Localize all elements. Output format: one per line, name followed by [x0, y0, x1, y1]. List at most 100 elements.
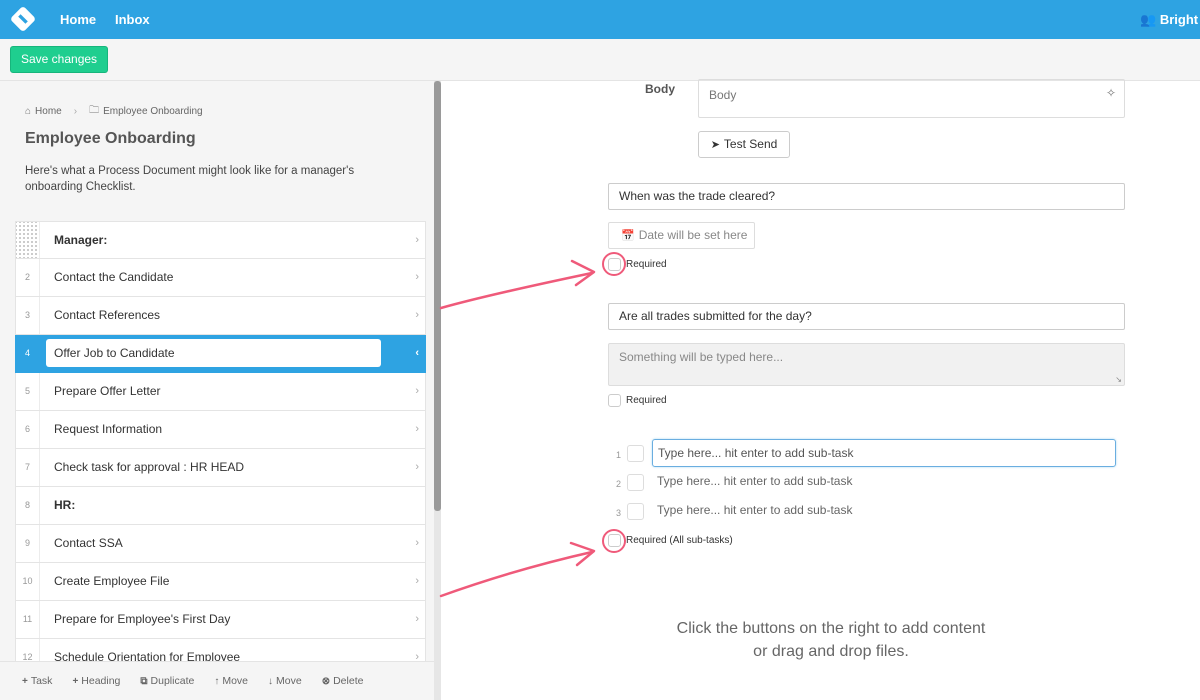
chevron-right-icon: › — [415, 385, 419, 397]
task-label: Check task for approval : HR HEAD — [54, 460, 245, 474]
move-down-button[interactable]: ↓ Move — [268, 675, 302, 687]
subtask-number: 1 — [616, 450, 622, 460]
answer-placeholder: Something will be typed here... — [619, 350, 784, 364]
task-number: 5 — [16, 373, 40, 410]
chevron-right-icon: › — [415, 234, 419, 246]
copy-icon: ⧉ — [140, 675, 148, 687]
chevron-right-icon: › — [415, 423, 419, 435]
task-label: Contact References — [54, 308, 161, 322]
task-row-heading-manager[interactable]: Manager: › — [15, 221, 426, 259]
chevron-right-icon: › — [415, 613, 419, 625]
task-row[interactable]: 10 Create Employee File › — [15, 563, 426, 601]
required-all-label: Required (All sub-tasks) — [626, 535, 733, 546]
task-number: 9 — [16, 525, 40, 562]
required-checkbox-2[interactable] — [608, 394, 621, 407]
user-menu[interactable]: 👥 Bright St — [1140, 12, 1200, 28]
date-picker-button[interactable]: 📅 Date will be set here — [608, 222, 755, 249]
scrollbar-thumb[interactable] — [434, 81, 441, 511]
add-task-button[interactable]: + Task — [22, 675, 52, 687]
subtask-number: 3 — [616, 508, 622, 518]
duplicate-button[interactable]: ⧉ Duplicate — [140, 675, 194, 687]
add-heading-button[interactable]: + Heading — [72, 675, 120, 687]
magic-wand-icon[interactable]: ✧ — [1106, 86, 1116, 100]
logo-icon[interactable] — [9, 5, 37, 33]
task-number: 6 — [16, 411, 40, 448]
task-list: Manager: › 2 Contact the Candidate › 3 C… — [15, 221, 426, 677]
breadcrumb-folder-label: Employee Onboarding — [103, 106, 203, 117]
chevron-right-icon: › — [73, 106, 78, 117]
chevron-right-icon: › — [415, 271, 419, 283]
delete-button[interactable]: ⊗ Delete — [322, 675, 364, 687]
task-number: 10 — [16, 563, 40, 600]
move-down-label: Move — [276, 675, 302, 687]
subtask-checkbox[interactable] — [627, 474, 644, 491]
task-number: 7 — [16, 449, 40, 486]
breadcrumb: ⌂ Home › 🗀 Employee Onboarding — [25, 103, 203, 120]
task-label: Contact SSA — [54, 536, 123, 550]
document-title: Employee Onboarding — [25, 130, 196, 147]
required-label-1: Required — [626, 259, 667, 270]
top-navigation: Home Inbox 👥 Bright St — [0, 0, 1200, 39]
task-number: 8 — [16, 487, 40, 524]
task-row-heading-hr[interactable]: 8 HR: — [15, 487, 426, 525]
task-row[interactable]: 5 Prepare Offer Letter › — [15, 373, 426, 411]
toolbar: Save changes — [0, 39, 1200, 81]
sidebar-action-bar: + Task + Heading ⧉ Duplicate ↑ Move ↓ Move ⊗ D… — [0, 661, 434, 700]
body-textarea[interactable]: Body ✧ — [698, 79, 1125, 118]
drag-handle-icon[interactable] — [16, 222, 40, 258]
task-number: 4 — [16, 335, 40, 372]
task-row[interactable]: 11 Prepare for Employee's First Day › — [15, 601, 426, 639]
nav-home[interactable]: Home — [60, 12, 96, 27]
task-label: Request Information — [54, 422, 163, 436]
document-description: Here's what a Process Document might loo… — [25, 165, 355, 193]
hint-line-2: or drag and drop files. — [753, 643, 909, 660]
move-up-button[interactable]: ↑ Move — [214, 675, 248, 687]
task-number: 11 — [16, 601, 40, 638]
question-1-input[interactable]: When was the trade cleared? — [608, 183, 1125, 210]
chevron-left-icon[interactable]: ‹ — [415, 335, 419, 372]
chevron-right-icon: › — [415, 461, 419, 473]
calendar-icon: 📅 — [621, 230, 635, 242]
plus-icon: + — [72, 675, 79, 687]
subtask-input[interactable]: Type here... hit enter to add sub-task — [652, 468, 1116, 496]
task-row[interactable]: 3 Contact References › — [15, 297, 426, 335]
subtask-checkbox[interactable] — [627, 503, 644, 520]
breadcrumb-folder[interactable]: 🗀 Employee Onboarding — [89, 103, 203, 120]
breadcrumb-home[interactable]: ⌂ Home — [25, 106, 62, 117]
task-row-active[interactable]: 4 Offer Job to Candidate ‹ — [15, 335, 426, 373]
subtask-checkbox[interactable] — [627, 445, 644, 462]
task-number: 2 — [16, 259, 40, 296]
users-icon: 👥 — [1140, 12, 1157, 27]
task-row[interactable]: 9 Contact SSA › — [15, 525, 426, 563]
task-label: HR: — [54, 498, 76, 512]
sidebar-scrollbar[interactable] — [434, 81, 441, 700]
question-2-input[interactable]: Are all trades submitted for the day? — [608, 303, 1125, 330]
test-send-label: Test Send — [723, 137, 778, 151]
date-placeholder: Date will be set here — [638, 228, 748, 242]
task-row[interactable]: 7 Check task for approval : HR HEAD › — [15, 449, 426, 487]
task-label: Contact the Candidate — [54, 270, 174, 284]
empty-state-hint: Click the buttons on the right to add co… — [631, 617, 1031, 663]
task-title-input[interactable]: Offer Job to Candidate — [46, 339, 381, 367]
arrow-up-icon: ↑ — [214, 675, 220, 687]
task-label: Prepare Offer Letter — [54, 384, 161, 398]
subtask-input[interactable]: Type here... hit enter to add sub-task — [652, 497, 1116, 525]
delete-icon: ⊗ — [321, 675, 331, 687]
hint-line-1: Click the buttons on the right to add co… — [676, 620, 986, 637]
answer-textarea[interactable]: Something will be typed here... ↘ — [608, 343, 1125, 386]
user-name: Bright St — [1159, 12, 1200, 27]
save-changes-button[interactable]: Save changes — [10, 46, 109, 73]
body-label: Body — [645, 82, 675, 96]
subtask-input[interactable]: Type here... hit enter to add sub-task — [652, 439, 1116, 467]
breadcrumb-home-label: Home — [35, 106, 62, 117]
home-icon: ⌂ — [25, 106, 32, 117]
test-send-button[interactable]: ➤ Test Send — [698, 131, 790, 158]
nav-inbox[interactable]: Inbox — [115, 12, 150, 27]
required-label-2: Required — [626, 395, 667, 406]
task-row[interactable]: 2 Contact the Candidate › — [15, 259, 426, 297]
paper-plane-icon: ➤ — [710, 139, 720, 151]
chevron-right-icon: › — [415, 309, 419, 321]
task-label: Manager: — [54, 233, 108, 247]
task-row[interactable]: 6 Request Information › — [15, 411, 426, 449]
resize-handle-icon[interactable]: ↘ — [1115, 375, 1122, 384]
